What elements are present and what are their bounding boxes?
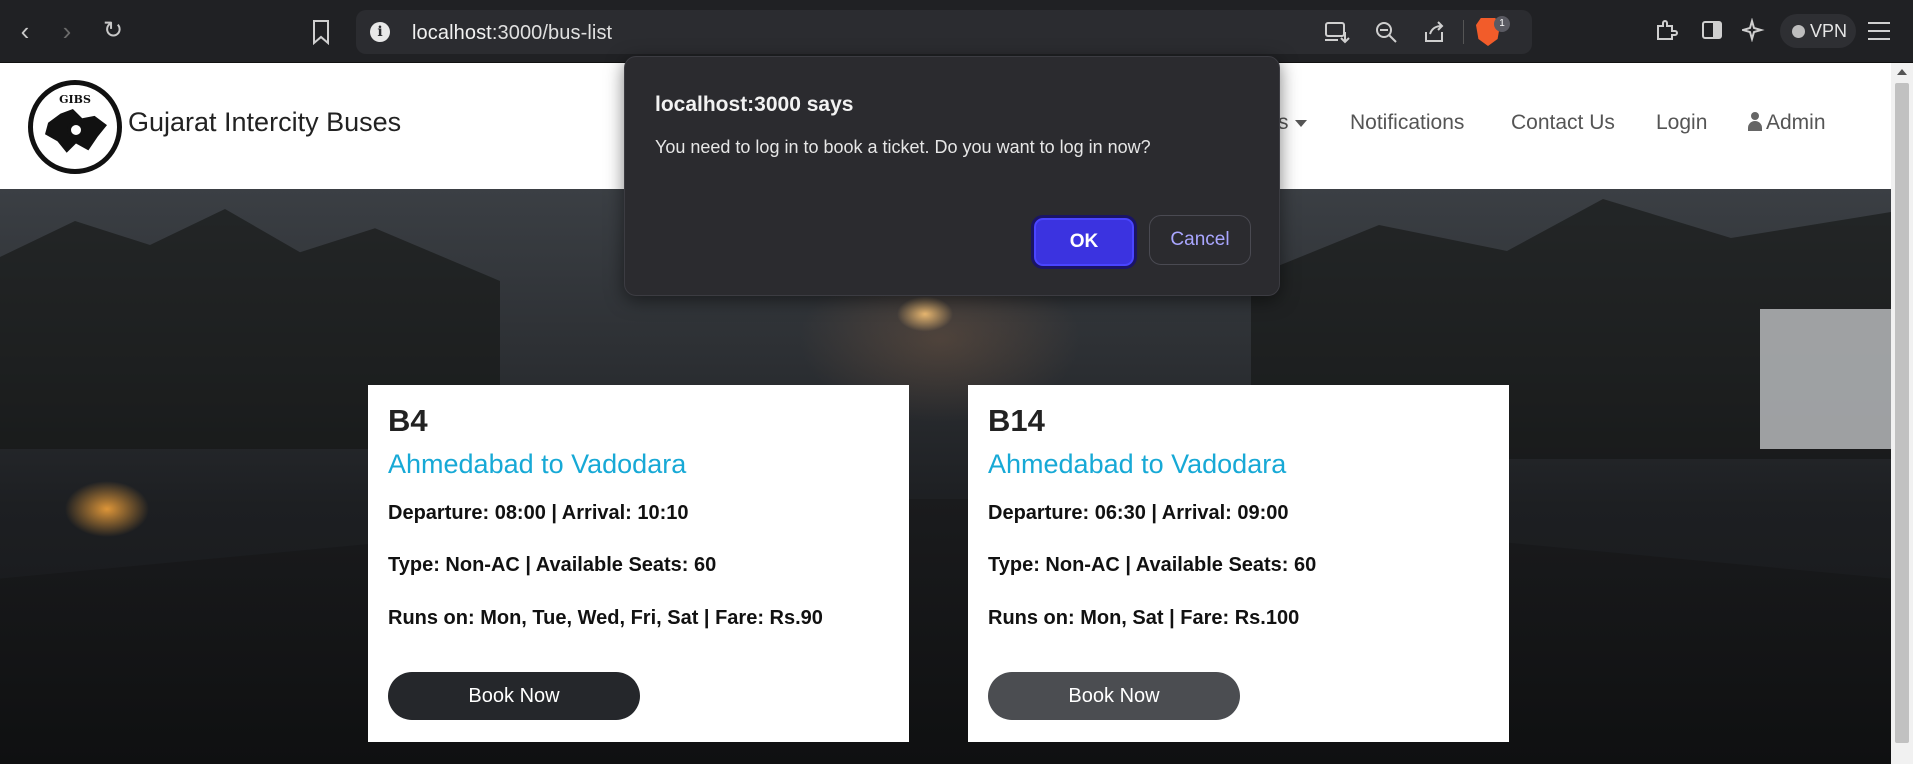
nav-notifications[interactable]: Notifications [1350,111,1464,135]
logo-eye-icon [67,121,85,139]
page-scrollbar[interactable] [1891,63,1913,764]
url-host: localhost [412,22,492,44]
gibs-logo[interactable]: GIBS [28,80,122,174]
nav-contact-us[interactable]: Contact Us [1511,111,1615,135]
dialog-message: You need to log in to book a ticket. Do … [655,137,1151,157]
book-now-button[interactable]: Book Now [388,672,640,720]
toolbar-separator [1463,20,1464,44]
vpn-status-icon [1792,25,1805,38]
url-path: :3000/bus-list [491,22,613,44]
back-icon[interactable]: ‹ [10,17,40,47]
bus-type-seats: Type: Non-AC | Available Seats: 60 [988,554,1317,576]
menu-icon[interactable] [1868,22,1890,46]
nav-login[interactable]: Login [1656,111,1707,135]
nav-dropdown[interactable]: s [1278,111,1307,135]
browser-toolbar: ‹ › ↻ i localhost:3000/bus-list 1 VPN [0,0,1913,63]
bookmark-icon[interactable] [310,19,332,45]
sidebar-icon[interactable] [1700,18,1724,42]
caret-down-icon [1294,119,1307,127]
nav-admin[interactable]: Admin [1748,111,1826,135]
bus-number: B14 [988,403,1045,438]
logo-text: GIBS [59,93,91,106]
share-icon[interactable] [1422,20,1446,44]
building-silhouette [1760,309,1891,449]
leo-ai-icon[interactable] [1742,18,1766,42]
shield-count-badge: 1 [1494,16,1510,32]
bus-timing: Departure: 08:00 | Arrival: 10:10 [388,502,689,524]
url-text[interactable]: localhost:3000/bus-list [412,22,612,45]
bus-number: B4 [388,403,428,438]
book-now-button[interactable]: Book Now [988,672,1240,720]
bus-card: B14 Ahmedabad to Vadodara Departure: 06:… [968,385,1509,742]
cancel-button[interactable]: Cancel [1149,215,1251,265]
reload-icon[interactable]: ↻ [98,17,128,47]
scroll-up-icon[interactable] [1897,69,1907,75]
forward-icon[interactable]: › [52,17,82,47]
alert-dialog: localhost:3000 says You need to log in t… [624,56,1280,296]
nav-admin-label: Admin [1766,111,1826,134]
highway-road [0,499,1891,764]
site-info-icon[interactable]: i [370,22,390,42]
user-icon [1748,112,1762,131]
bus-card: B4 Ahmedabad to Vadodara Departure: 08:0… [368,385,909,742]
vpn-button[interactable]: VPN [1780,14,1856,48]
zoom-icon[interactable] [1374,20,1398,44]
scrollbar-thumb[interactable] [1895,83,1909,743]
address-bar[interactable]: i localhost:3000/bus-list 1 [356,10,1532,54]
brand-name[interactable]: Gujarat Intercity Buses [128,107,401,138]
vpn-label: VPN [1810,21,1848,41]
bus-route: Ahmedabad to Vadodara [988,449,1287,479]
bus-runs-fare: Runs on: Mon, Sat | Fare: Rs.100 [988,607,1300,629]
bus-route: Ahmedabad to Vadodara [388,449,687,479]
bus-timing: Departure: 06:30 | Arrival: 09:00 [988,502,1289,524]
bus-type-seats: Type: Non-AC | Available Seats: 60 [388,554,717,576]
extensions-icon[interactable] [1654,18,1678,42]
dialog-title: localhost:3000 says [655,93,854,116]
install-icon[interactable] [1324,20,1350,44]
ok-button[interactable]: OK [1031,215,1137,269]
bus-runs-fare: Runs on: Mon, Tue, Wed, Fri, Sat | Fare:… [388,607,823,629]
